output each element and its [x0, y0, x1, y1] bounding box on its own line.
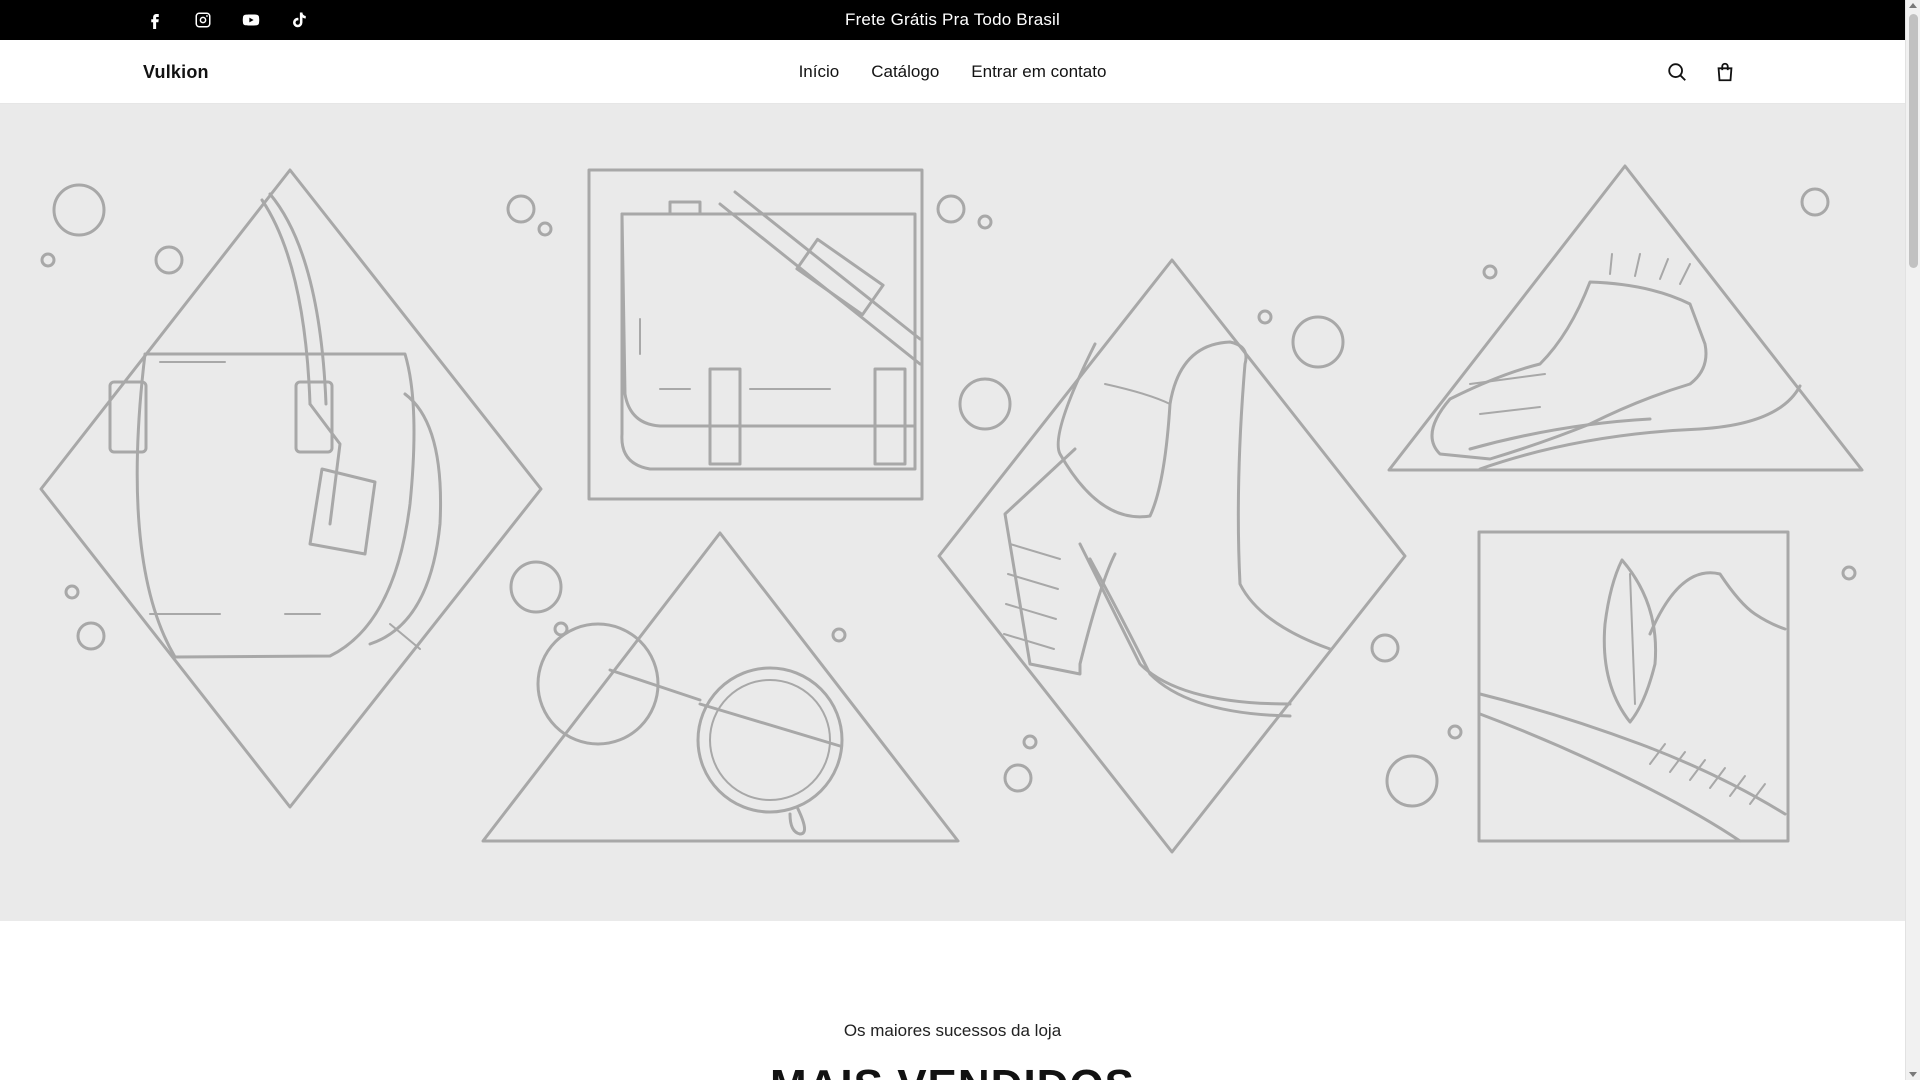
- hat-feather-illustration: [1477, 530, 1790, 843]
- nav-item-contato[interactable]: Entrar em contato: [971, 62, 1106, 82]
- nav-item-catalogo[interactable]: Catálogo: [871, 62, 939, 82]
- decorative-bubbles: [40, 183, 1857, 808]
- announcement-bar: Frete Grátis Pra Todo Brasil: [0, 0, 1905, 40]
- main-nav: Início Catálogo Entrar em contato: [0, 40, 1905, 104]
- search-icon: [1668, 63, 1686, 81]
- hero-banner[interactable]: [0, 104, 1905, 921]
- cart-button[interactable]: [1708, 55, 1742, 89]
- sneaker-illustration: [1387, 164, 1864, 472]
- scroll-up-icon[interactable]: [1909, 3, 1917, 8]
- section-subtitle: Os maiores sucessos da loja: [843, 1021, 1062, 1040]
- boot-illustration: [937, 258, 1407, 854]
- cart-icon: [1717, 62, 1733, 82]
- sunglasses-illustration: [481, 531, 960, 843]
- nav-item-inicio[interactable]: Início: [799, 62, 840, 82]
- briefcase-illustration: [587, 168, 924, 501]
- search-button[interactable]: [1660, 55, 1694, 89]
- section-title: MAIS VENDIDOS: [0, 1064, 1905, 1080]
- announcement-text: Frete Grátis Pra Todo Brasil: [844, 10, 1061, 29]
- header-icons: [1660, 40, 1742, 104]
- scrollbar-thumb[interactable]: [1909, 14, 1918, 268]
- site-header: Vulkion Início Catálogo Entrar em contat…: [0, 40, 1905, 104]
- page-scrollbar[interactable]: [1905, 0, 1920, 1080]
- scroll-down-icon[interactable]: [1909, 1072, 1917, 1077]
- handbag-illustration: [39, 168, 543, 809]
- hero-illustration: [39, 164, 1864, 854]
